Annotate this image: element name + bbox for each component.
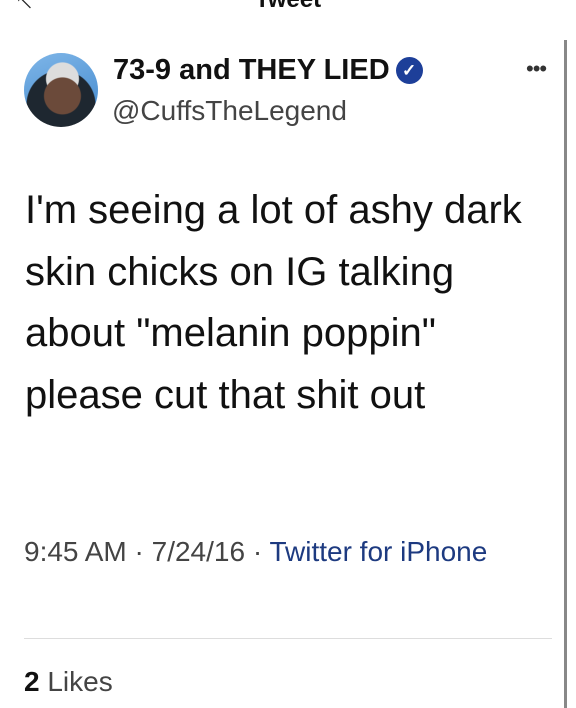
verified-badge-icon: ✓ [395, 57, 423, 84]
divider [24, 638, 552, 639]
likes-count: 2 [24, 666, 40, 697]
tweet-meta: 9:45 AM · 7/24/16 · Twitter for iPhone [24, 530, 544, 574]
author-name[interactable]: 73-9 and THEY LIED [113, 54, 390, 87]
author-name-row[interactable]: 73-9 and THEY LIED ✓ [113, 54, 423, 87]
tweet-date: 7/24/16 [151, 536, 246, 567]
page-title: Tweet [0, 0, 576, 14]
tweet-time: 9:45 AM [24, 536, 127, 567]
scrollbar[interactable] [564, 40, 567, 708]
likes-link[interactable]: 2 Likes [24, 666, 113, 698]
avatar[interactable] [24, 53, 98, 127]
tweet-source-link[interactable]: Twitter for iPhone [269, 536, 487, 567]
separator: · [245, 536, 270, 567]
more-icon[interactable]: ••• [526, 56, 547, 82]
tweet-text: I'm seeing a lot of ashy dark skin chick… [25, 188, 522, 417]
separator: · [126, 536, 152, 567]
likes-label: Likes [47, 666, 113, 697]
author-handle[interactable]: @CuffsTheLegend [112, 95, 347, 127]
